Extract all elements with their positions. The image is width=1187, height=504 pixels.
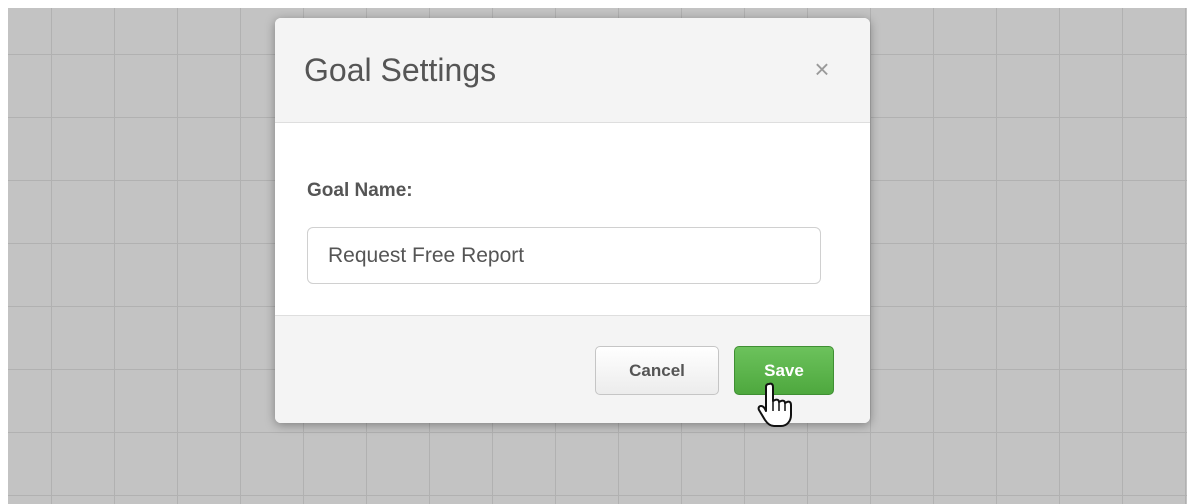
goal-name-label: Goal Name: bbox=[307, 180, 413, 201]
goal-settings-dialog: Goal Settings × Goal Name: Cancel Save bbox=[275, 18, 870, 423]
goal-name-input[interactable] bbox=[307, 227, 821, 284]
close-icon[interactable]: × bbox=[810, 56, 834, 82]
cancel-button[interactable]: Cancel bbox=[595, 346, 719, 395]
dialog-footer: Cancel Save bbox=[275, 315, 870, 423]
save-button[interactable]: Save bbox=[734, 346, 834, 395]
dialog-header: Goal Settings × bbox=[275, 18, 870, 123]
dialog-title: Goal Settings bbox=[304, 52, 497, 88]
